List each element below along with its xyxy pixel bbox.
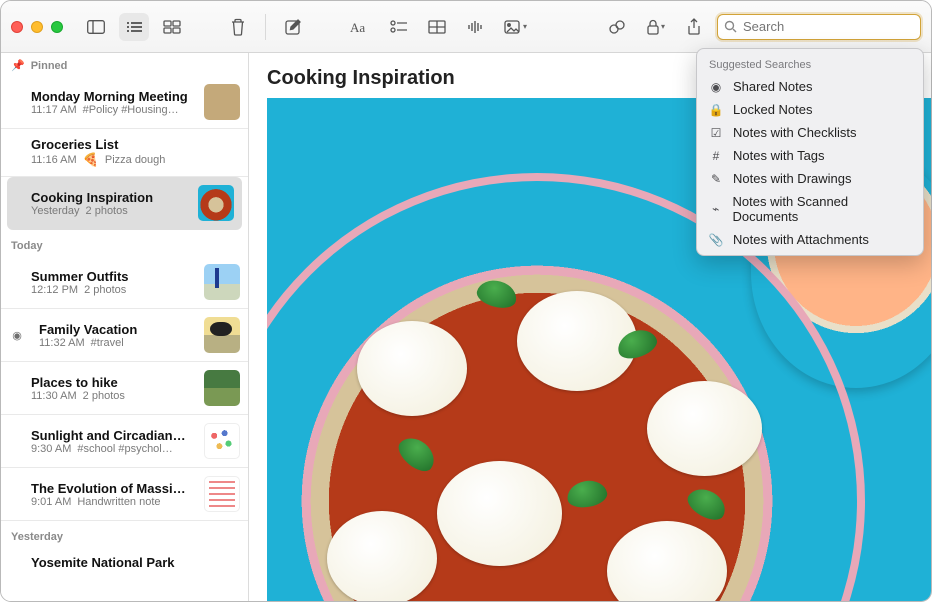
suggestion-drawings[interactable]: ✎ Notes with Drawings bbox=[697, 167, 923, 190]
note-thumbnail bbox=[204, 423, 240, 459]
lock-button[interactable]: ▾ bbox=[640, 13, 671, 41]
yesterday-label: Yesterday bbox=[11, 531, 63, 543]
note-subtitle: #school #psychol… bbox=[77, 443, 172, 455]
scan-icon: ⌁ bbox=[709, 202, 723, 216]
note-title: The Evolution of Massi… bbox=[31, 481, 196, 496]
zoom-window-button[interactable] bbox=[51, 21, 63, 33]
note-time: 12:12 PM bbox=[31, 284, 78, 296]
format-button[interactable]: Aa bbox=[344, 13, 376, 41]
pencil-icon: ✎ bbox=[709, 172, 723, 186]
note-subtitle: 2 photos bbox=[83, 390, 125, 402]
lock-icon: 🔒 bbox=[709, 103, 723, 117]
note-title: Cooking Inspiration bbox=[31, 190, 190, 205]
search-input[interactable] bbox=[741, 15, 921, 39]
today-label: Today bbox=[11, 240, 43, 252]
suggestion-shared-notes[interactable]: ◉ Shared Notes bbox=[697, 75, 923, 98]
search-icon bbox=[724, 20, 737, 33]
pin-icon: 📌 bbox=[11, 59, 25, 72]
note-item[interactable]: Sunlight and Circadian… 9:30 AM #school … bbox=[1, 415, 248, 468]
note-time: 9:01 AM bbox=[31, 496, 71, 508]
note-thumbnail bbox=[198, 185, 234, 221]
window-controls bbox=[11, 21, 63, 33]
suggestion-label: Notes with Drawings bbox=[733, 171, 852, 186]
suggestion-attachments[interactable]: 📎 Notes with Attachments bbox=[697, 228, 923, 251]
note-title: Sunlight and Circadian… bbox=[31, 428, 196, 443]
note-subtitle: #Policy #Housing… bbox=[83, 104, 179, 116]
suggestion-label: Shared Notes bbox=[733, 79, 813, 94]
paperclip-icon: 📎 bbox=[709, 233, 723, 247]
list-view-button[interactable] bbox=[119, 13, 149, 41]
checklist-icon: ☑ bbox=[709, 126, 723, 140]
note-title: Places to hike bbox=[31, 375, 196, 390]
note-time: Yesterday bbox=[31, 205, 80, 217]
note-title: Groceries List bbox=[31, 137, 240, 152]
gallery-view-button[interactable] bbox=[157, 13, 187, 41]
notes-list[interactable]: 📌 Pinned Monday Morning Meeting 11:17 AM… bbox=[1, 53, 249, 601]
pinned-label: Pinned bbox=[31, 60, 68, 72]
hash-icon: # bbox=[709, 149, 723, 163]
note-thumbnail bbox=[204, 84, 240, 120]
note-item[interactable]: Monday Morning Meeting 11:17 AM #Policy … bbox=[1, 76, 248, 129]
pizza-icon: 🍕 bbox=[83, 152, 99, 168]
suggestion-label: Notes with Checklists bbox=[733, 125, 857, 140]
yesterday-section-header: Yesterday bbox=[1, 521, 248, 547]
note-subtitle: 2 photos bbox=[86, 205, 128, 217]
note-subtitle: 2 photos bbox=[84, 284, 126, 296]
toolbar: Aa ▾ bbox=[1, 1, 931, 53]
close-window-button[interactable] bbox=[11, 21, 23, 33]
note-time: 11:30 AM bbox=[31, 390, 77, 402]
suggestion-label: Notes with Scanned Documents bbox=[733, 194, 911, 224]
search-suggestions-popover: Suggested Searches ◉ Shared Notes 🔒 Lock… bbox=[696, 48, 924, 256]
note-thumbnail bbox=[204, 476, 240, 512]
note-title: Family Vacation bbox=[39, 322, 196, 337]
suggestions-header: Suggested Searches bbox=[697, 55, 923, 75]
note-subtitle: #travel bbox=[91, 337, 124, 349]
note-time: 11:32 AM bbox=[39, 337, 85, 349]
suggestion-label: Notes with Tags bbox=[733, 148, 825, 163]
note-subtitle: Handwritten note bbox=[77, 496, 160, 508]
note-time: 9:30 AM bbox=[31, 443, 71, 455]
note-item[interactable]: Yosemite National Park bbox=[1, 547, 248, 578]
suggestion-scanned[interactable]: ⌁ Notes with Scanned Documents bbox=[697, 190, 923, 228]
svg-text:Aa: Aa bbox=[350, 20, 365, 34]
note-title: Monday Morning Meeting bbox=[31, 89, 196, 104]
note-time: 11:17 AM bbox=[31, 104, 77, 116]
suggestion-label: Locked Notes bbox=[733, 102, 813, 117]
checklist-button[interactable] bbox=[384, 13, 414, 41]
delete-note-button[interactable] bbox=[223, 13, 253, 41]
minimize-window-button[interactable] bbox=[31, 21, 43, 33]
note-title: Summer Outfits bbox=[31, 269, 196, 284]
note-time: 11:16 AM bbox=[31, 154, 77, 166]
toggle-sidebar-button[interactable] bbox=[81, 13, 111, 41]
note-item-selected[interactable]: Cooking Inspiration Yesterday 2 photos bbox=[7, 177, 242, 230]
note-thumbnail bbox=[204, 264, 240, 300]
note-item[interactable]: Places to hike 11:30 AM 2 photos bbox=[1, 362, 248, 415]
suggestion-locked-notes[interactable]: 🔒 Locked Notes bbox=[697, 98, 923, 121]
suggestion-checklists[interactable]: ☑ Notes with Checklists bbox=[697, 121, 923, 144]
note-item[interactable]: The Evolution of Massi… 9:01 AM Handwrit… bbox=[1, 468, 248, 521]
share-button[interactable] bbox=[679, 13, 709, 41]
search-field-wrap[interactable] bbox=[717, 14, 921, 40]
note-subtitle: Pizza dough bbox=[105, 154, 166, 166]
shared-icon: ◉ bbox=[9, 329, 25, 342]
note-item[interactable]: ◉ Family Vacation 11:32 AM #travel bbox=[1, 309, 248, 362]
note-item[interactable]: Summer Outfits 12:12 PM 2 photos bbox=[1, 256, 248, 309]
today-section-header: Today bbox=[1, 230, 248, 256]
media-button[interactable]: ▾ bbox=[498, 13, 533, 41]
note-title: Yosemite National Park bbox=[31, 555, 240, 570]
link-button[interactable] bbox=[602, 13, 632, 41]
new-note-button[interactable] bbox=[278, 13, 308, 41]
person-circle-icon: ◉ bbox=[709, 80, 723, 94]
audio-button[interactable] bbox=[460, 13, 490, 41]
note-item[interactable]: Groceries List 11:16 AM 🍕 Pizza dough bbox=[1, 129, 248, 177]
note-thumbnail bbox=[204, 317, 240, 353]
pinned-section-header: 📌 Pinned bbox=[1, 53, 248, 76]
suggestion-tags[interactable]: # Notes with Tags bbox=[697, 144, 923, 167]
table-button[interactable] bbox=[422, 13, 452, 41]
note-thumbnail bbox=[204, 370, 240, 406]
suggestion-label: Notes with Attachments bbox=[733, 232, 869, 247]
